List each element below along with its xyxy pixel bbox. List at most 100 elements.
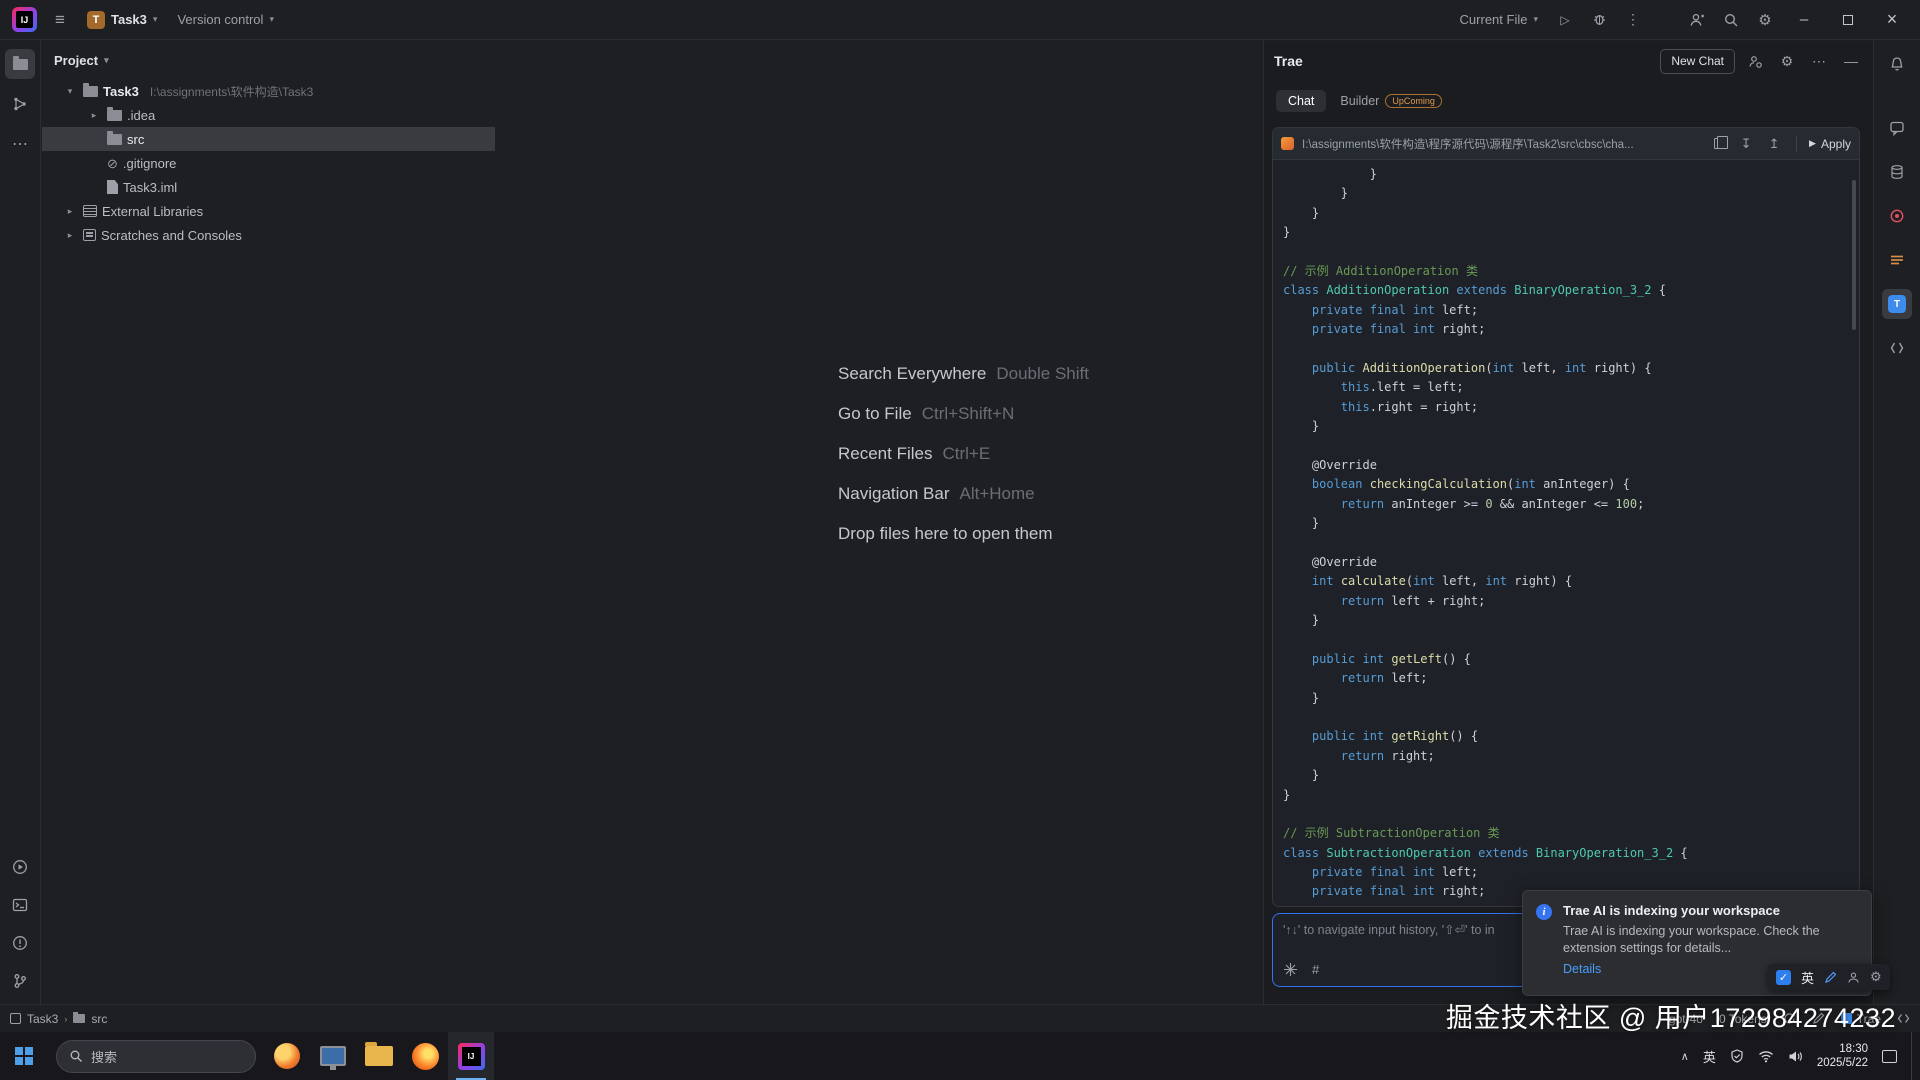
code-line <box>1283 630 1859 649</box>
windows-logo-icon <box>15 1047 33 1065</box>
project-selector[interactable]: T Task3 ▾ <box>79 5 165 35</box>
database-button[interactable] <box>1882 157 1912 187</box>
code-line: } <box>1283 184 1859 203</box>
minimize-button[interactable]: – <box>1784 0 1824 40</box>
folder-icon <box>107 110 122 121</box>
tree-item-gitignore[interactable]: ⊘ .gitignore <box>42 151 495 175</box>
toast-title: Trae AI is indexing your workspace <box>1563 903 1857 918</box>
layout-icon[interactable] <box>1897 1012 1910 1025</box>
insert-code-button[interactable]: ↧ <box>1736 134 1756 154</box>
new-chat-button[interactable]: New Chat <box>1660 49 1735 74</box>
run-icon <box>12 859 28 875</box>
code-line: class SubtractionOperation extends Binar… <box>1283 844 1859 863</box>
close-button[interactable]: × <box>1872 0 1912 40</box>
firefox-icon <box>412 1043 439 1070</box>
trae-minimize-button[interactable]: — <box>1839 49 1863 73</box>
ime-user-icon[interactable] <box>1847 971 1860 984</box>
statusbar-breadcrumb[interactable]: Task3 › src <box>10 1012 107 1026</box>
ime-language-indicator[interactable]: 英 <box>1703 1047 1716 1066</box>
project-panel-header[interactable]: Project ▾ <box>42 41 495 79</box>
profiler-button[interactable] <box>1882 201 1912 231</box>
search-everywhere-button[interactable] <box>1716 5 1746 35</box>
more-actions-button[interactable]: ⋮ <box>1618 5 1648 35</box>
code-line: return left + right; <box>1283 592 1859 611</box>
project-toolwindow-button[interactable] <box>5 49 35 79</box>
notification-center-icon[interactable] <box>1882 1050 1897 1063</box>
new-file-icon: ↥ <box>1769 136 1780 152</box>
tree-item-src[interactable]: src <box>42 127 495 151</box>
version-control-toolwindow-button[interactable] <box>5 966 35 996</box>
taskbar-app-explorer[interactable] <box>356 1032 402 1080</box>
ai-assistant-button[interactable] <box>1882 113 1912 143</box>
gradle-icon <box>1889 252 1905 268</box>
more-toolwindows-button[interactable]: ⋯ <box>5 129 35 159</box>
tree-item-task3-iml[interactable]: Task3.iml <box>42 175 495 199</box>
taskbar-search[interactable]: 搜索 <box>56 1040 256 1073</box>
trae-plugin-button[interactable]: T <box>1882 289 1912 319</box>
toast-details-link[interactable]: Details <box>1563 962 1601 976</box>
model-selector-icon[interactable] <box>1283 962 1298 977</box>
apply-button[interactable]: ▶ Apply <box>1809 137 1851 151</box>
create-file-button[interactable]: ↥ <box>1764 134 1784 154</box>
start-button[interactable] <box>0 1032 48 1080</box>
taskbar-app-display[interactable] <box>310 1032 356 1080</box>
settings-button[interactable]: ⚙ <box>1750 5 1780 35</box>
breadcrumb-path[interactable]: src <box>91 1012 107 1026</box>
version-control-selector[interactable]: Version control ▾ <box>169 5 282 35</box>
libraries-icon <box>83 205 97 217</box>
ime-language-indicator[interactable]: 英 <box>1801 968 1814 987</box>
security-check-icon[interactable] <box>1730 1049 1744 1063</box>
run-configuration-selector[interactable]: Current File ▾ <box>1452 5 1546 35</box>
main-menu-button[interactable]: ≡ <box>45 5 75 35</box>
problems-toolwindow-button[interactable] <box>5 928 35 958</box>
run-button[interactable]: ▷ <box>1550 5 1580 35</box>
search-icon <box>69 1049 83 1063</box>
debug-button[interactable] <box>1584 5 1614 35</box>
ime-check-icon[interactable]: ✓ <box>1776 970 1791 985</box>
tree-item-scratches[interactable]: ▸ Scratches and Consoles <box>42 223 495 247</box>
tray-expand-button[interactable]: ∧ <box>1681 1050 1689 1063</box>
chevron-right-icon[interactable]: ▸ <box>62 230 78 241</box>
code-line <box>1283 708 1859 727</box>
close-icon: × <box>1887 9 1898 30</box>
taskbar-app-idea[interactable]: IJ <box>448 1032 494 1080</box>
wifi-icon[interactable] <box>1758 1050 1774 1063</box>
tree-item-task3[interactable]: ▾ Task3 I:\assignments\软件构造\Task3 <box>42 79 495 103</box>
notifications-button[interactable] <box>1882 49 1912 79</box>
volume-icon[interactable] <box>1788 1050 1803 1063</box>
tree-item-external-libraries[interactable]: ▸ External Libraries <box>42 199 495 223</box>
ime-settings-icon[interactable]: ⚙ <box>1870 969 1882 985</box>
chevron-right-icon[interactable]: ▸ <box>62 206 78 217</box>
run-toolwindow-button[interactable] <box>5 852 35 882</box>
context-hash-icon[interactable]: # <box>1312 962 1319 977</box>
taskbar-clock[interactable]: 18:30 2025/5/22 <box>1817 1042 1868 1070</box>
code-line: } <box>1283 165 1859 184</box>
project-panel: Project ▾ ▾ Task3 I:\assignments\软件构造\Ta… <box>42 41 495 1004</box>
structure-toolwindow-button[interactable] <box>5 89 35 119</box>
trae-settings-button[interactable]: ⚙ <box>1775 49 1799 73</box>
terminal-toolwindow-button[interactable] <box>5 890 35 920</box>
maximize-button[interactable] <box>1828 0 1868 40</box>
taskbar-app-firefox[interactable] <box>402 1032 448 1080</box>
trae-more-button[interactable]: ⋯ <box>1807 49 1831 73</box>
show-desktop-button[interactable] <box>1911 1032 1916 1080</box>
breadcrumb-project[interactable]: Task3 <box>27 1012 58 1026</box>
tree-item-idea[interactable]: ▸ .idea <box>42 103 495 127</box>
tab-chat[interactable]: Chat <box>1276 90 1326 112</box>
copy-code-button[interactable] <box>1708 134 1728 154</box>
code-scrollbar[interactable] <box>1852 180 1856 330</box>
idea-logo-icon: IJ <box>458 1043 485 1070</box>
chevron-right-icon[interactable]: ▸ <box>86 110 102 121</box>
gradle-button[interactable] <box>1882 245 1912 275</box>
code-line <box>1283 805 1859 824</box>
code-content[interactable]: } } }} // 示例 AdditionOperation 类class Ad… <box>1273 160 1859 907</box>
git-branch-icon <box>12 973 28 989</box>
code-with-me-button[interactable] <box>1682 5 1712 35</box>
tab-builder[interactable]: Builder UpComing <box>1340 94 1441 108</box>
chevron-down-icon[interactable]: ▾ <box>62 86 78 97</box>
merge-requests-button[interactable] <box>1882 333 1912 363</box>
taskbar-app-emoji[interactable] <box>264 1032 310 1080</box>
left-tool-strip: ⋯ <box>0 41 41 1004</box>
trae-account-button[interactable] <box>1743 49 1767 73</box>
ime-pen-icon[interactable] <box>1824 971 1837 984</box>
